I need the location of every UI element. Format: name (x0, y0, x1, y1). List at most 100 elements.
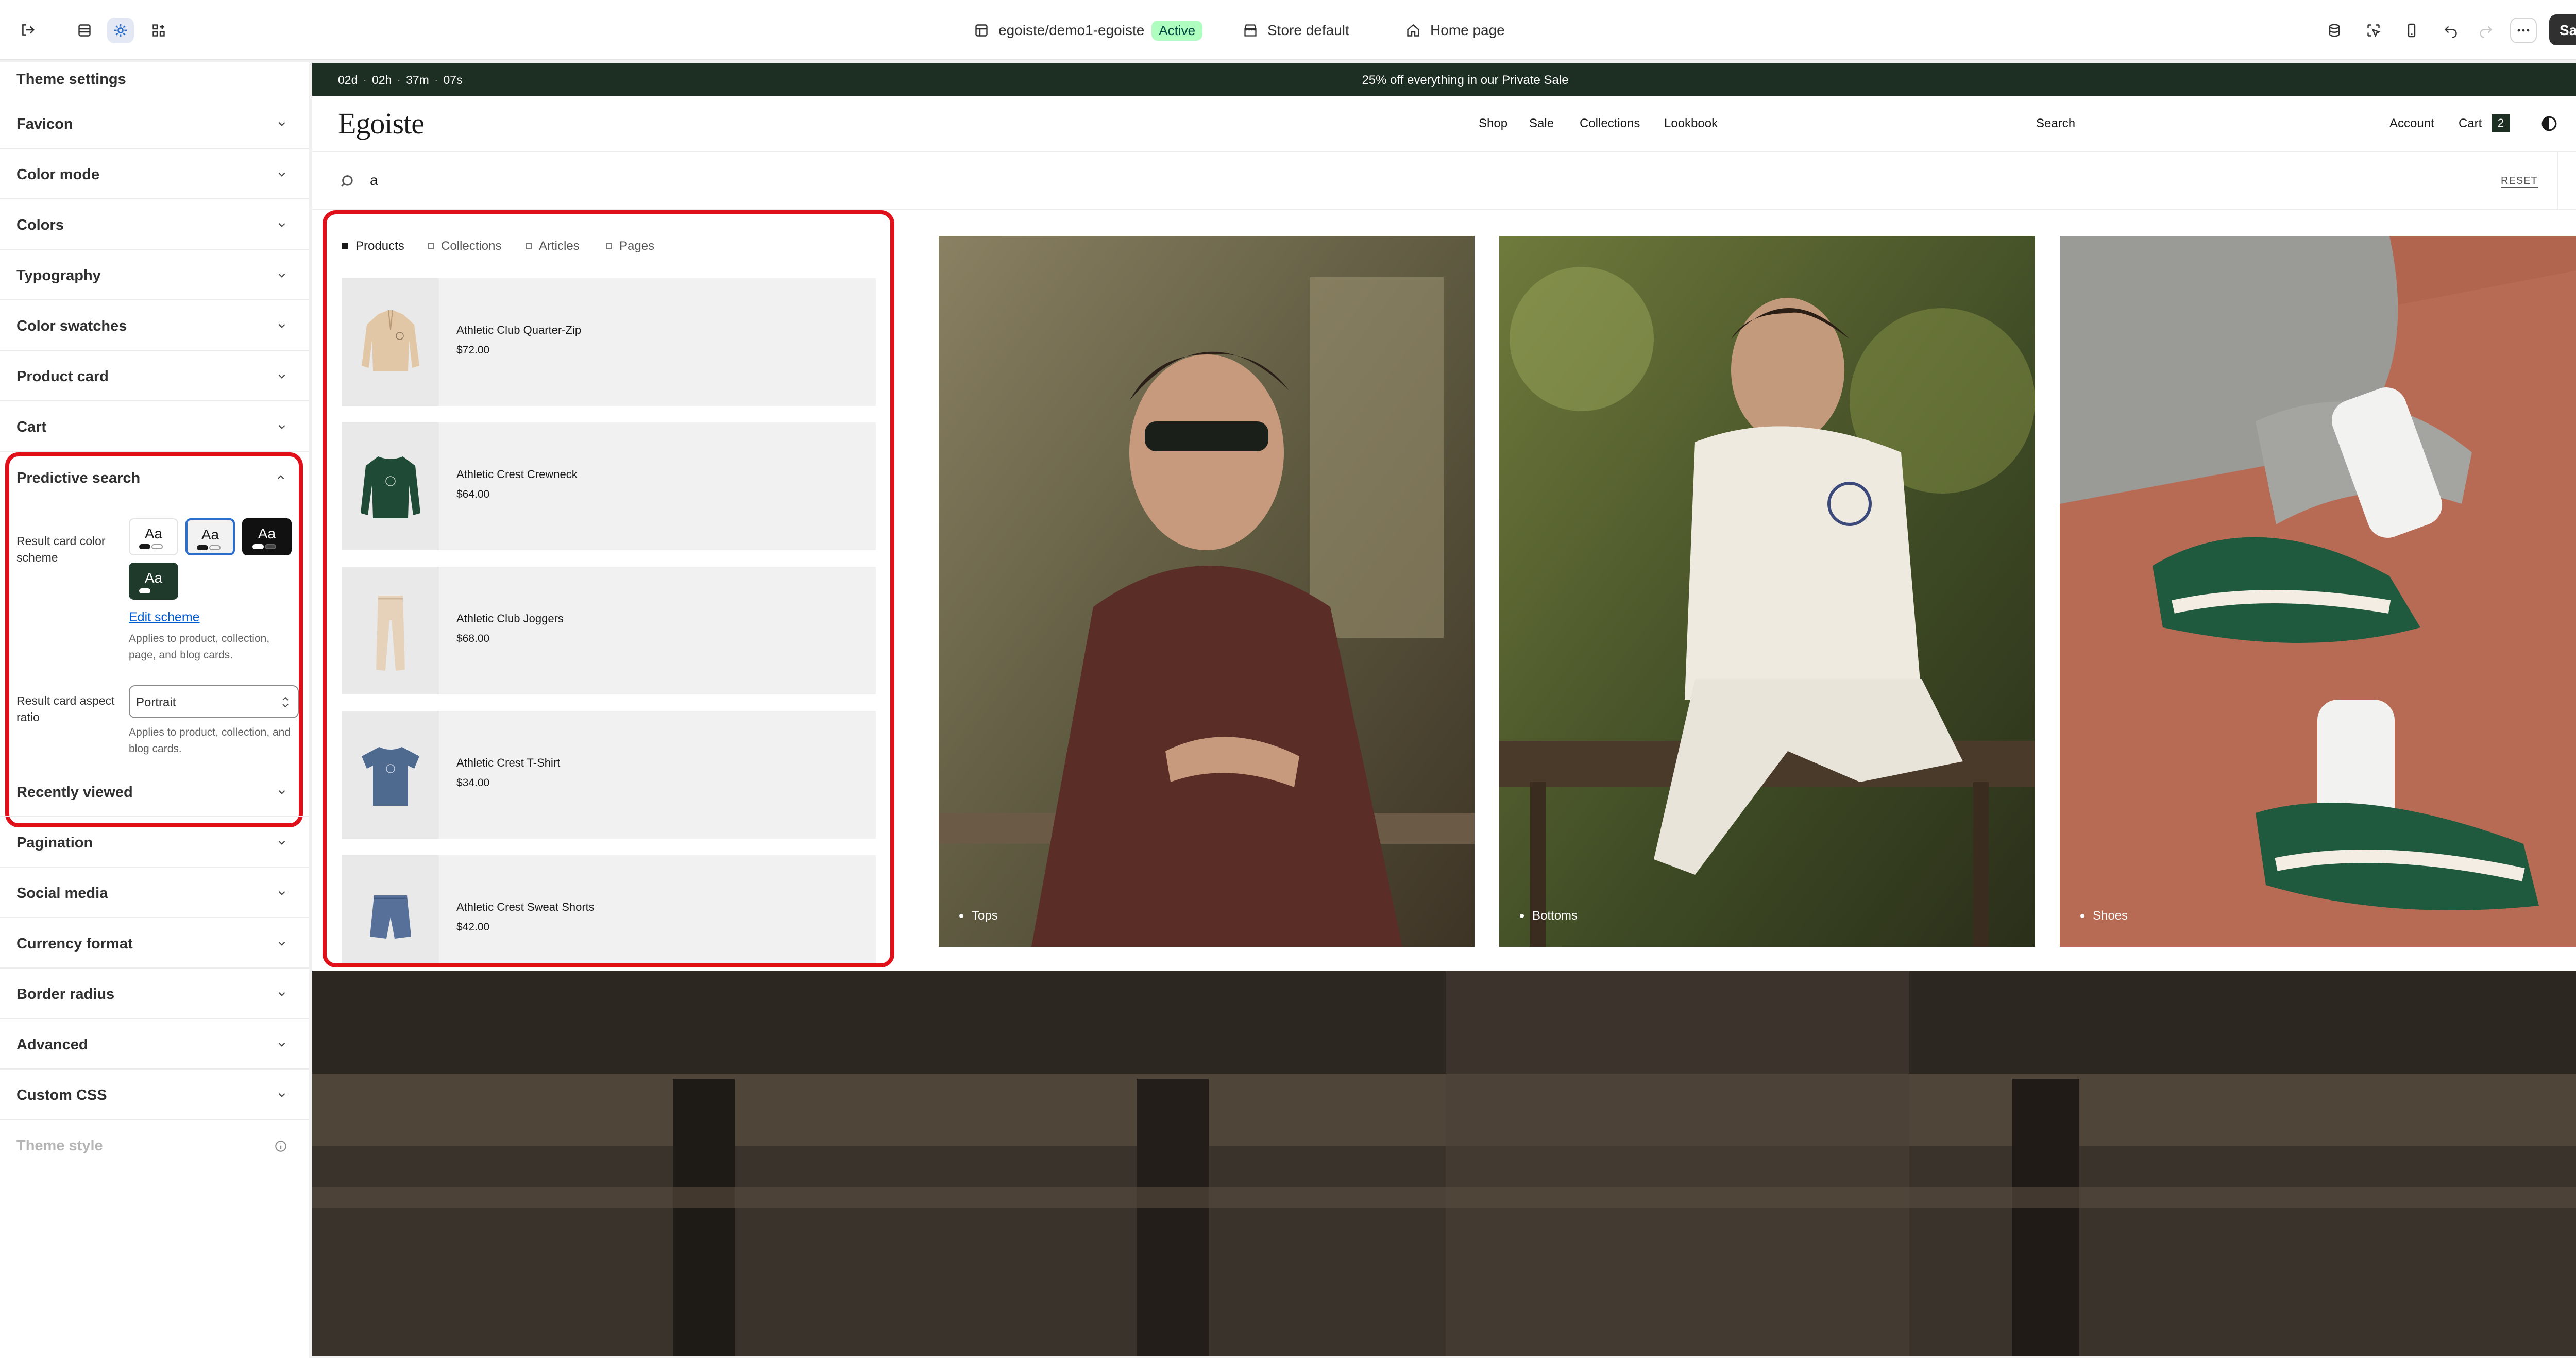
contrast-icon[interactable] (2541, 115, 2557, 132)
mobile-preview-button[interactable] (2399, 18, 2425, 43)
section-social-media[interactable]: Social media (0, 868, 309, 918)
section-typography[interactable]: Typography (0, 250, 309, 300)
collection-card-tops[interactable]: Tops (939, 236, 1475, 947)
section-theme-style[interactable]: Theme style (0, 1120, 309, 1170)
header-search-link[interactable]: Search (2036, 116, 2075, 131)
exit-button[interactable] (15, 18, 40, 42)
section-border-radius[interactable]: Border radius (0, 969, 309, 1019)
aspect-ratio-select[interactable]: Portrait (129, 685, 299, 718)
page-selector[interactable]: Home page (1405, 18, 1505, 43)
scheme-swatch-1[interactable]: Aa (129, 518, 178, 555)
scheme-help-text: Applies to product, collection, page, an… (129, 633, 270, 661)
collection-card-bottoms[interactable]: Bottoms (1499, 236, 2035, 947)
inspector-button[interactable] (2361, 18, 2386, 43)
product-result-card[interactable]: Athletic Club Quarter-Zip $72.00 (342, 278, 876, 406)
product-result-card[interactable]: Athletic Crest Sweat Shorts $42.00 (342, 855, 876, 963)
scheme-swatch-3[interactable]: Aa (242, 518, 292, 555)
aspect-ratio-label: Result card aspect ratio (16, 694, 115, 724)
section-advanced[interactable]: Advanced (0, 1019, 309, 1070)
cart-count-badge: 2 (2492, 114, 2510, 132)
chevron-down-icon (278, 841, 285, 845)
section-custom-css[interactable]: Custom CSS (0, 1070, 309, 1120)
storefront-icon (1244, 24, 1257, 37)
product-result-card[interactable]: Athletic Club Joggers $68.00 (342, 567, 876, 694)
undo-button[interactable] (2438, 18, 2464, 43)
section-color-mode[interactable]: Color mode (0, 149, 309, 199)
product-thumbnail (342, 278, 439, 406)
header-account-link[interactable]: Account (2389, 116, 2434, 131)
predictive-search-title[interactable]: Predictive search (16, 470, 140, 487)
chevron-up-icon[interactable] (275, 472, 286, 483)
product-result-card[interactable]: Athletic Crest T-Shirt $34.00 (342, 711, 876, 839)
sections-icon (78, 24, 91, 37)
theme-selector[interactable]: Store default (1243, 18, 1349, 43)
collection-caption: Tops (959, 909, 998, 923)
tab-articles[interactable]: Articles (526, 239, 580, 253)
reset-button[interactable]: RESET (2501, 175, 2538, 188)
scheme-swatch-4[interactable]: Aa (129, 563, 178, 600)
nav-collections[interactable]: Collections (1580, 116, 1640, 131)
chevron-down-icon (278, 992, 285, 996)
tab-marker (526, 243, 532, 249)
store-selector[interactable]: egoiste/demo1-egoiste Active (974, 18, 1203, 43)
section-color-swatches[interactable]: Color swatches (0, 300, 309, 351)
collection-image (2060, 236, 2576, 947)
sections-button[interactable] (71, 18, 98, 43)
database-icon (2329, 24, 2340, 37)
database-button[interactable] (2321, 18, 2347, 43)
header-cart-link[interactable]: Cart (2459, 116, 2482, 131)
section-colors[interactable]: Colors (0, 199, 309, 250)
chevron-down-icon (278, 122, 285, 126)
nav-sale[interactable]: Sale (1529, 116, 1554, 131)
section-label: Typography (16, 267, 101, 284)
section-product-card[interactable]: Product card (0, 351, 309, 401)
tab-collections[interactable]: Collections (428, 239, 501, 253)
tab-pages[interactable]: Pages (606, 239, 654, 253)
section-favicon[interactable]: Favicon (0, 98, 309, 149)
caption-dot (959, 914, 963, 918)
section-label: Color swatches (16, 318, 127, 334)
section-cart[interactable]: Cart (0, 401, 309, 452)
nav-shop[interactable]: Shop (1479, 116, 1507, 131)
product-result-card[interactable]: Athletic Crest Crewneck $64.00 (342, 422, 876, 550)
section-currency-format[interactable]: Currency format (0, 918, 309, 969)
product-price: $42.00 (456, 921, 490, 933)
search-input[interactable]: a (370, 172, 378, 189)
storefront-preview: 02d · 02h · 37m · 07s 25% off everything in… (312, 63, 2576, 1356)
apps-button[interactable] (145, 18, 172, 43)
status-badge: Active (1151, 20, 1203, 41)
section-recently-viewed[interactable]: Recently viewed (0, 767, 309, 817)
tab-label: Pages (619, 239, 655, 253)
page-name: Home page (1430, 22, 1505, 38)
nav-lookbook[interactable]: Lookbook (1664, 116, 1718, 131)
announcement-bar: 02d · 02h · 37m · 07s 25% off everything in… (312, 63, 2576, 96)
save-button[interactable]: Save (2549, 14, 2576, 45)
hero-image-dimmed (312, 971, 2576, 1356)
product-price: $64.00 (456, 488, 490, 500)
collection-caption: Shoes (2080, 909, 2128, 923)
color-scheme-label: Result card color scheme (16, 534, 106, 564)
edit-scheme-link[interactable]: Edit scheme (129, 610, 200, 625)
announcement-text[interactable]: 25% off everything in our Private Sale (312, 73, 2576, 88)
more-button[interactable] (2510, 18, 2537, 43)
section-pagination[interactable]: Pagination (0, 817, 309, 868)
tab-products[interactable]: Products (342, 239, 404, 253)
collection-image (1499, 236, 2035, 947)
section-label: Product card (16, 368, 109, 385)
swatch-sample: Aa (144, 525, 163, 541)
chevron-down-icon (278, 173, 285, 177)
tab-label: Products (355, 239, 404, 253)
inspector-icon (2367, 24, 2381, 38)
swatch-pill (139, 544, 150, 549)
info-icon[interactable] (274, 1140, 287, 1153)
store-logo[interactable]: Egoiste (338, 106, 425, 141)
redo-button[interactable] (2473, 18, 2499, 43)
scheme-swatch-2-selected[interactable]: Aa (185, 518, 235, 555)
product-price: $72.00 (456, 344, 490, 356)
settings-button[interactable] (107, 18, 134, 43)
collection-card-shoes[interactable]: Shoes (2060, 236, 2576, 947)
search-results-panel: Products Collections Articles Pages Athl… (323, 210, 894, 967)
chevron-down-icon (278, 274, 285, 278)
mobile-icon (2408, 23, 2416, 38)
undo-icon (2444, 26, 2457, 38)
